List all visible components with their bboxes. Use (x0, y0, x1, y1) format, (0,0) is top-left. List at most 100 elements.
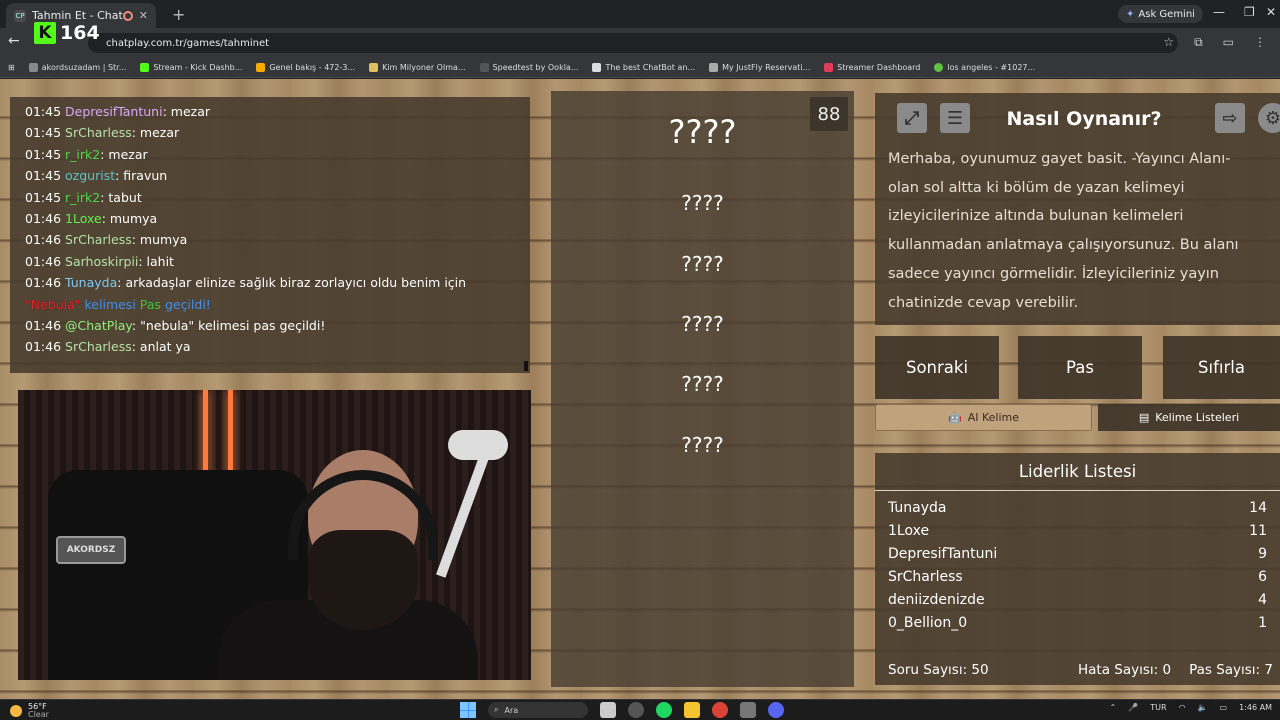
discord-icon[interactable] (768, 702, 784, 718)
leaderboard-row: Sarhoskirpii 1 (888, 635, 1267, 636)
ask-gemini-button[interactable]: ✦ Ask Gemini (1118, 5, 1203, 23)
player-score: 9 (1258, 546, 1267, 562)
bookmark-item[interactable]: Kim Milyoner Olma... (369, 63, 466, 72)
bookmark-item[interactable]: Streamer Dashboard (824, 63, 920, 72)
chat-message: 01:45 DepresifTantuni: mezar (25, 101, 530, 122)
chat-text: tabut (108, 189, 142, 205)
chat-time: 01:46 (25, 211, 62, 227)
chrome-icon[interactable] (712, 702, 728, 718)
bookmark-item[interactable]: The best ChatBot an... (592, 63, 695, 72)
wifi-icon[interactable]: ◠ (1179, 703, 1186, 712)
tray-chevron-icon[interactable]: ⌃ (1110, 703, 1117, 712)
pass-count: Pas Sayısı: 7 (1189, 662, 1273, 678)
weather-widget[interactable]: 56°F Clear (10, 703, 49, 719)
chat-scrollbar[interactable] (524, 361, 528, 371)
list-icon: ▤ (1138, 411, 1150, 424)
chat-username[interactable]: Tunayda (65, 275, 117, 290)
leaderboard-panel: Liderlik Listesi Tunayda 14 1Loxe 11 Depresi… (875, 453, 1280, 685)
chat-message: 01:46 Sarhoskirpii: lahit (25, 251, 530, 272)
leaderboard-rows[interactable]: Tunayda 14 1Loxe 11 DepresifTantuni 9 SrCharle… (888, 497, 1267, 636)
chat-username[interactable]: Sarhoskirpii (65, 254, 138, 269)
sidebar-icon[interactable]: ▭ (1223, 35, 1234, 50)
bookmark-item[interactable]: Stream - Kick Dashb... (140, 63, 242, 72)
chat-username[interactable]: r_irk2 (65, 190, 100, 205)
next-button[interactable]: Sonraki (875, 336, 999, 399)
mic-icon[interactable]: 🎤 (1128, 703, 1138, 712)
chat-username[interactable]: ozgurist (65, 168, 115, 183)
app-icon[interactable] (740, 702, 756, 718)
player-score: 4 (1258, 592, 1267, 608)
player-name: 0_Bellion_0 (888, 615, 968, 631)
pass-button[interactable]: Pas (1018, 336, 1142, 399)
obs-icon[interactable] (628, 702, 644, 718)
volume-icon[interactable]: 🔈 (1198, 703, 1208, 712)
new-tab-button[interactable]: + (172, 5, 185, 24)
spotify-icon[interactable] (656, 702, 672, 718)
speedtest-favicon-icon (479, 63, 489, 72)
task-view-icon[interactable] (600, 702, 616, 718)
kick-logo-icon: K (34, 22, 56, 44)
settings-gear-icon[interactable]: ⚙ (1258, 103, 1280, 133)
how-to-play-panel: ⤢ ☰ Nasıl Oynanır? ⇨ ⚙ Merhaba, oyunumuz… (875, 93, 1280, 325)
chat-time: 01:46 (25, 253, 62, 269)
chat-time: 01:45 (25, 168, 62, 184)
question-count: Soru Sayısı: 50 (888, 662, 989, 678)
chat-username[interactable]: SrCharless (65, 232, 132, 247)
logout-icon[interactable]: ⇨ (1215, 103, 1245, 133)
webcam-feed: AKORDSZ (18, 390, 531, 680)
chat-time: 01:46 (25, 275, 62, 291)
back-arrow-icon[interactable]: ← (8, 33, 20, 49)
chat-username[interactable]: @ChatPlay (65, 318, 132, 333)
bookmark-item[interactable]: My JustFly Reservati... (709, 63, 810, 72)
chat-text: "nebula" kelimesi pas geçildi! (140, 318, 326, 334)
fullscreen-icon[interactable]: ⤢ (897, 103, 927, 133)
menu-dots-icon[interactable]: ⋮ (1254, 35, 1266, 50)
file-explorer-icon[interactable] (684, 702, 700, 718)
battery-icon[interactable]: ▭ (1220, 703, 1228, 712)
chat-username[interactable]: r_irk2 (65, 147, 100, 162)
forbidden-word: ???? (681, 252, 724, 276)
ai-word-tab[interactable]: 🤖 AI Kelime (875, 404, 1092, 431)
chat-time: 01:45 (25, 146, 62, 162)
kick-viewer-count: 164 (60, 22, 100, 44)
bookmark-favicon-icon (28, 63, 38, 72)
bookmark-item[interactable]: los angeles - #1027... (934, 63, 1035, 72)
bookmark-item[interactable]: akordsuzadam | Str... (28, 63, 126, 72)
chat-username[interactable]: SrCharless (65, 339, 132, 354)
kick-viewer-overlay: K 164 (34, 22, 100, 44)
chat-time: 01:45 (25, 189, 62, 205)
bookmark-star-icon[interactable]: ☆ (1163, 35, 1174, 50)
chat-username[interactable]: SrCharless (65, 125, 132, 140)
system-end: geçildi! (164, 296, 211, 312)
chat-colon: : (131, 125, 140, 141)
chat-username[interactable]: DepresifTantuni (65, 104, 163, 119)
apps-grid-icon[interactable]: ⊞ (8, 63, 15, 72)
url-field[interactable]: chatplay.com.tr/games/tahminet (88, 33, 1178, 53)
word-lists-tab[interactable]: ▤ Kelime Listeleri (1098, 404, 1280, 431)
chat-message: 01:45 r_irk2: tabut (25, 187, 530, 208)
bookmark-item[interactable]: Speedtest by Ookla... (479, 63, 578, 72)
main-word: ???? (668, 113, 737, 151)
chat-message: 01:46 Tunayda: arkadaşlar elinize sağlık… (25, 272, 530, 293)
player-score: 11 (1249, 523, 1267, 539)
extensions-icon[interactable]: ⧉ (1194, 35, 1203, 50)
chat-colon: : (131, 232, 140, 248)
chat-time: 01:46 (25, 339, 62, 355)
windows-start-icon[interactable] (460, 702, 476, 718)
document-icon[interactable]: ☰ (940, 103, 970, 133)
maximize-icon[interactable]: ❐ (1244, 5, 1255, 19)
forbidden-word: ???? (681, 372, 724, 396)
close-window-icon[interactable]: ✕ (1266, 5, 1276, 19)
minimize-icon[interactable]: — (1213, 5, 1225, 19)
taskbar-search[interactable]: ⌕ Ara (488, 702, 588, 718)
close-tab-icon[interactable]: ✕ (139, 9, 148, 22)
chat-text: anlat ya (139, 339, 191, 355)
bookmark-item[interactable]: Genel bakış - 472-3... (256, 63, 355, 72)
chat-colon: : (131, 339, 140, 355)
reset-button[interactable]: Sıfırla (1163, 336, 1280, 399)
bookmark-favicon-icon (709, 63, 719, 72)
robot-icon: 🤖 (948, 411, 962, 424)
clock[interactable]: 1:46 AM (1239, 703, 1272, 712)
language-indicator[interactable]: TUR (1150, 703, 1166, 712)
chat-username[interactable]: 1Loxe (65, 211, 102, 226)
